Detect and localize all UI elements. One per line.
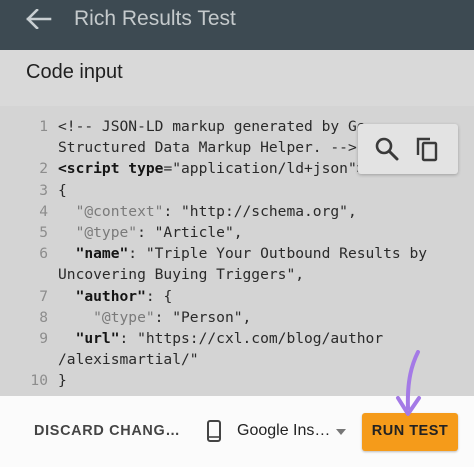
code-token: "@context" bbox=[58, 202, 164, 220]
code-token: : "Triple Your Outbound Results by bbox=[128, 245, 428, 263]
device-selector-label: Google Ins… bbox=[237, 422, 331, 439]
line-number: 2 bbox=[39, 160, 48, 178]
line-number: 10 bbox=[30, 372, 48, 390]
app-title: Rich Results Test bbox=[74, 7, 236, 30]
code-token: : "Person", bbox=[154, 308, 252, 326]
code-line: 6 "name": "Triple Your Outbound Results … bbox=[0, 243, 474, 265]
chevron-down-icon bbox=[336, 429, 346, 435]
code-line: Uncovering Buying Triggers", bbox=[0, 264, 474, 286]
code-token: : "https://cxl.com/blog/author bbox=[119, 330, 384, 347]
code-text: /alexismartial/" bbox=[58, 349, 199, 371]
code-text: "url": "https://cxl.com/blog/author bbox=[58, 328, 384, 350]
code-text: } bbox=[58, 370, 67, 392]
code-text: { bbox=[58, 180, 67, 202]
code-line: 8 "@type": "Person", bbox=[0, 307, 474, 329]
code-token: type bbox=[128, 160, 164, 178]
search-icon[interactable] bbox=[374, 136, 400, 162]
code-text: Structured Data Markup Helper. --> bbox=[58, 137, 357, 159]
code-token: <!-- JSON-LD markup generated by Go… bbox=[58, 118, 375, 135]
code-token: "@type" bbox=[58, 308, 155, 326]
code-text: "@type": "Person", bbox=[58, 307, 251, 329]
code-token: : "http://schema.org", bbox=[163, 202, 357, 220]
code-text: "@context": "http://schema.org", bbox=[58, 201, 357, 223]
code-token: : { bbox=[145, 287, 173, 305]
discard-changes-button[interactable]: DISCARD CHANG… bbox=[34, 423, 181, 439]
code-line: 3{ bbox=[0, 180, 474, 202]
code-token: "name" bbox=[58, 245, 129, 263]
code-token: /alexismartial/" bbox=[58, 351, 199, 369]
line-number: 3 bbox=[39, 181, 48, 199]
code-text: "@type": "Article", bbox=[58, 222, 243, 244]
code-token: : "Article", bbox=[137, 224, 243, 241]
line-number: 8 bbox=[39, 308, 48, 326]
line-number: 5 bbox=[39, 224, 48, 241]
editor-toolbar bbox=[358, 124, 458, 174]
code-text: <script type="application/ld+json"> bbox=[58, 158, 366, 180]
code-line: 5 "@type": "Article", bbox=[0, 222, 474, 244]
code-line: 10} bbox=[0, 370, 474, 392]
copy-icon[interactable] bbox=[414, 136, 440, 162]
line-number: 1 bbox=[39, 118, 48, 135]
code-token: "@type" bbox=[58, 224, 138, 241]
code-token: Uncovering Buying Triggers", bbox=[58, 266, 305, 284]
line-number: 9 bbox=[39, 330, 48, 347]
code-line: /alexismartial/" bbox=[0, 349, 474, 371]
code-text: Uncovering Buying Triggers", bbox=[58, 264, 304, 286]
bottom-action-bar: DISCARD CHANG… Google Ins… RUN TEST bbox=[0, 396, 474, 467]
device-selector[interactable]: Google Ins… bbox=[195, 414, 355, 452]
smartphone-icon bbox=[207, 420, 221, 442]
line-number: 4 bbox=[39, 202, 48, 220]
code-token: Structured Data Markup Helper. --> bbox=[58, 139, 357, 157]
run-test-label: RUN TEST bbox=[371, 423, 449, 439]
code-token: } bbox=[58, 372, 67, 390]
code-line: 7 "author": { bbox=[0, 286, 474, 308]
app-bar: Rich Results Test bbox=[0, 0, 474, 50]
code-token: "url" bbox=[58, 330, 120, 347]
code-input-header: Code input bbox=[0, 50, 474, 106]
code-text: <!-- JSON-LD markup generated by Go… bbox=[58, 116, 374, 138]
back-arrow-icon[interactable] bbox=[26, 9, 52, 29]
code-token: { bbox=[58, 181, 67, 199]
code-token: "author" bbox=[58, 287, 146, 305]
panel-title: Code input bbox=[26, 61, 123, 83]
code-text: "author": { bbox=[58, 286, 173, 308]
code-text: "name": "Triple Your Outbound Results by bbox=[58, 243, 427, 265]
line-number: 7 bbox=[39, 287, 48, 305]
code-token: <script bbox=[58, 160, 129, 178]
code-token: ="application/ld+json"> bbox=[163, 160, 366, 178]
run-test-button[interactable]: RUN TEST bbox=[362, 413, 458, 451]
code-line: 4 "@context": "http://schema.org", bbox=[0, 201, 474, 223]
line-number: 6 bbox=[39, 245, 48, 263]
code-line: 9 "url": "https://cxl.com/blog/author bbox=[0, 328, 474, 350]
